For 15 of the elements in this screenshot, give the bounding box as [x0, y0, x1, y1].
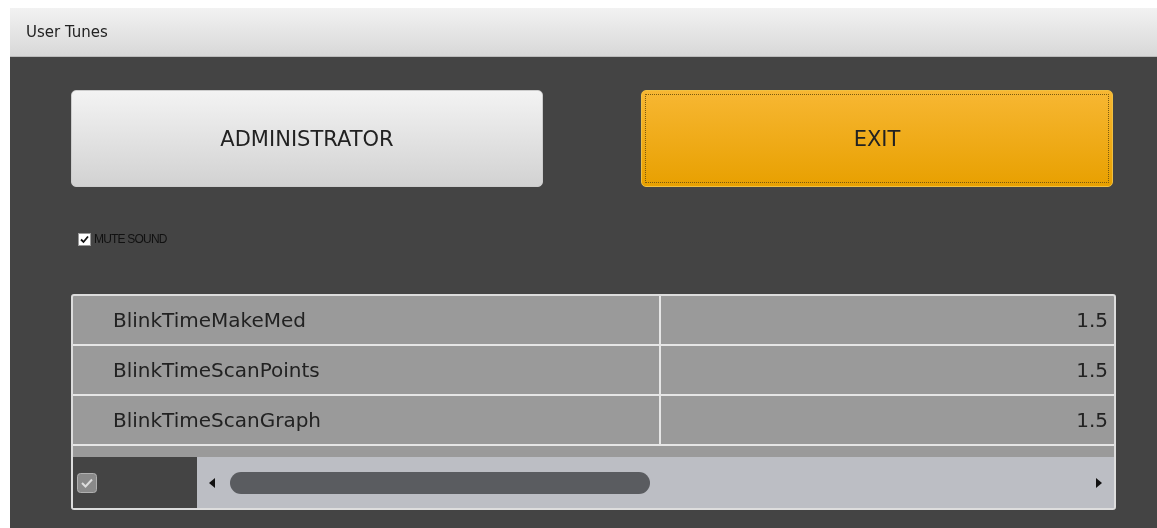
horizontal-scrollbar[interactable] [197, 457, 1114, 508]
check-icon[interactable] [77, 472, 97, 493]
checkbox[interactable] [78, 232, 91, 246]
scroll-left-icon[interactable] [209, 477, 215, 488]
window-title: User Tunes [26, 23, 108, 41]
scroll-right-icon[interactable] [1096, 477, 1102, 488]
table-cell-text: 1.5 [1075, 357, 1109, 384]
table-cell-text: 1.5 [1075, 407, 1109, 434]
action-button[interactable]: ADMINISTRATOR [71, 90, 543, 187]
table-cell: BlinkTimeScanGraph [73, 396, 661, 444]
table-cell: BlinkTimeScanPoints [73, 346, 661, 394]
table-cell-text: 1.5 [1075, 307, 1109, 334]
action-button[interactable]: EXIT [641, 90, 1113, 187]
table-cell: BlinkTimeMakeMed [73, 296, 661, 344]
scrollbar-thumb[interactable] [230, 471, 650, 494]
